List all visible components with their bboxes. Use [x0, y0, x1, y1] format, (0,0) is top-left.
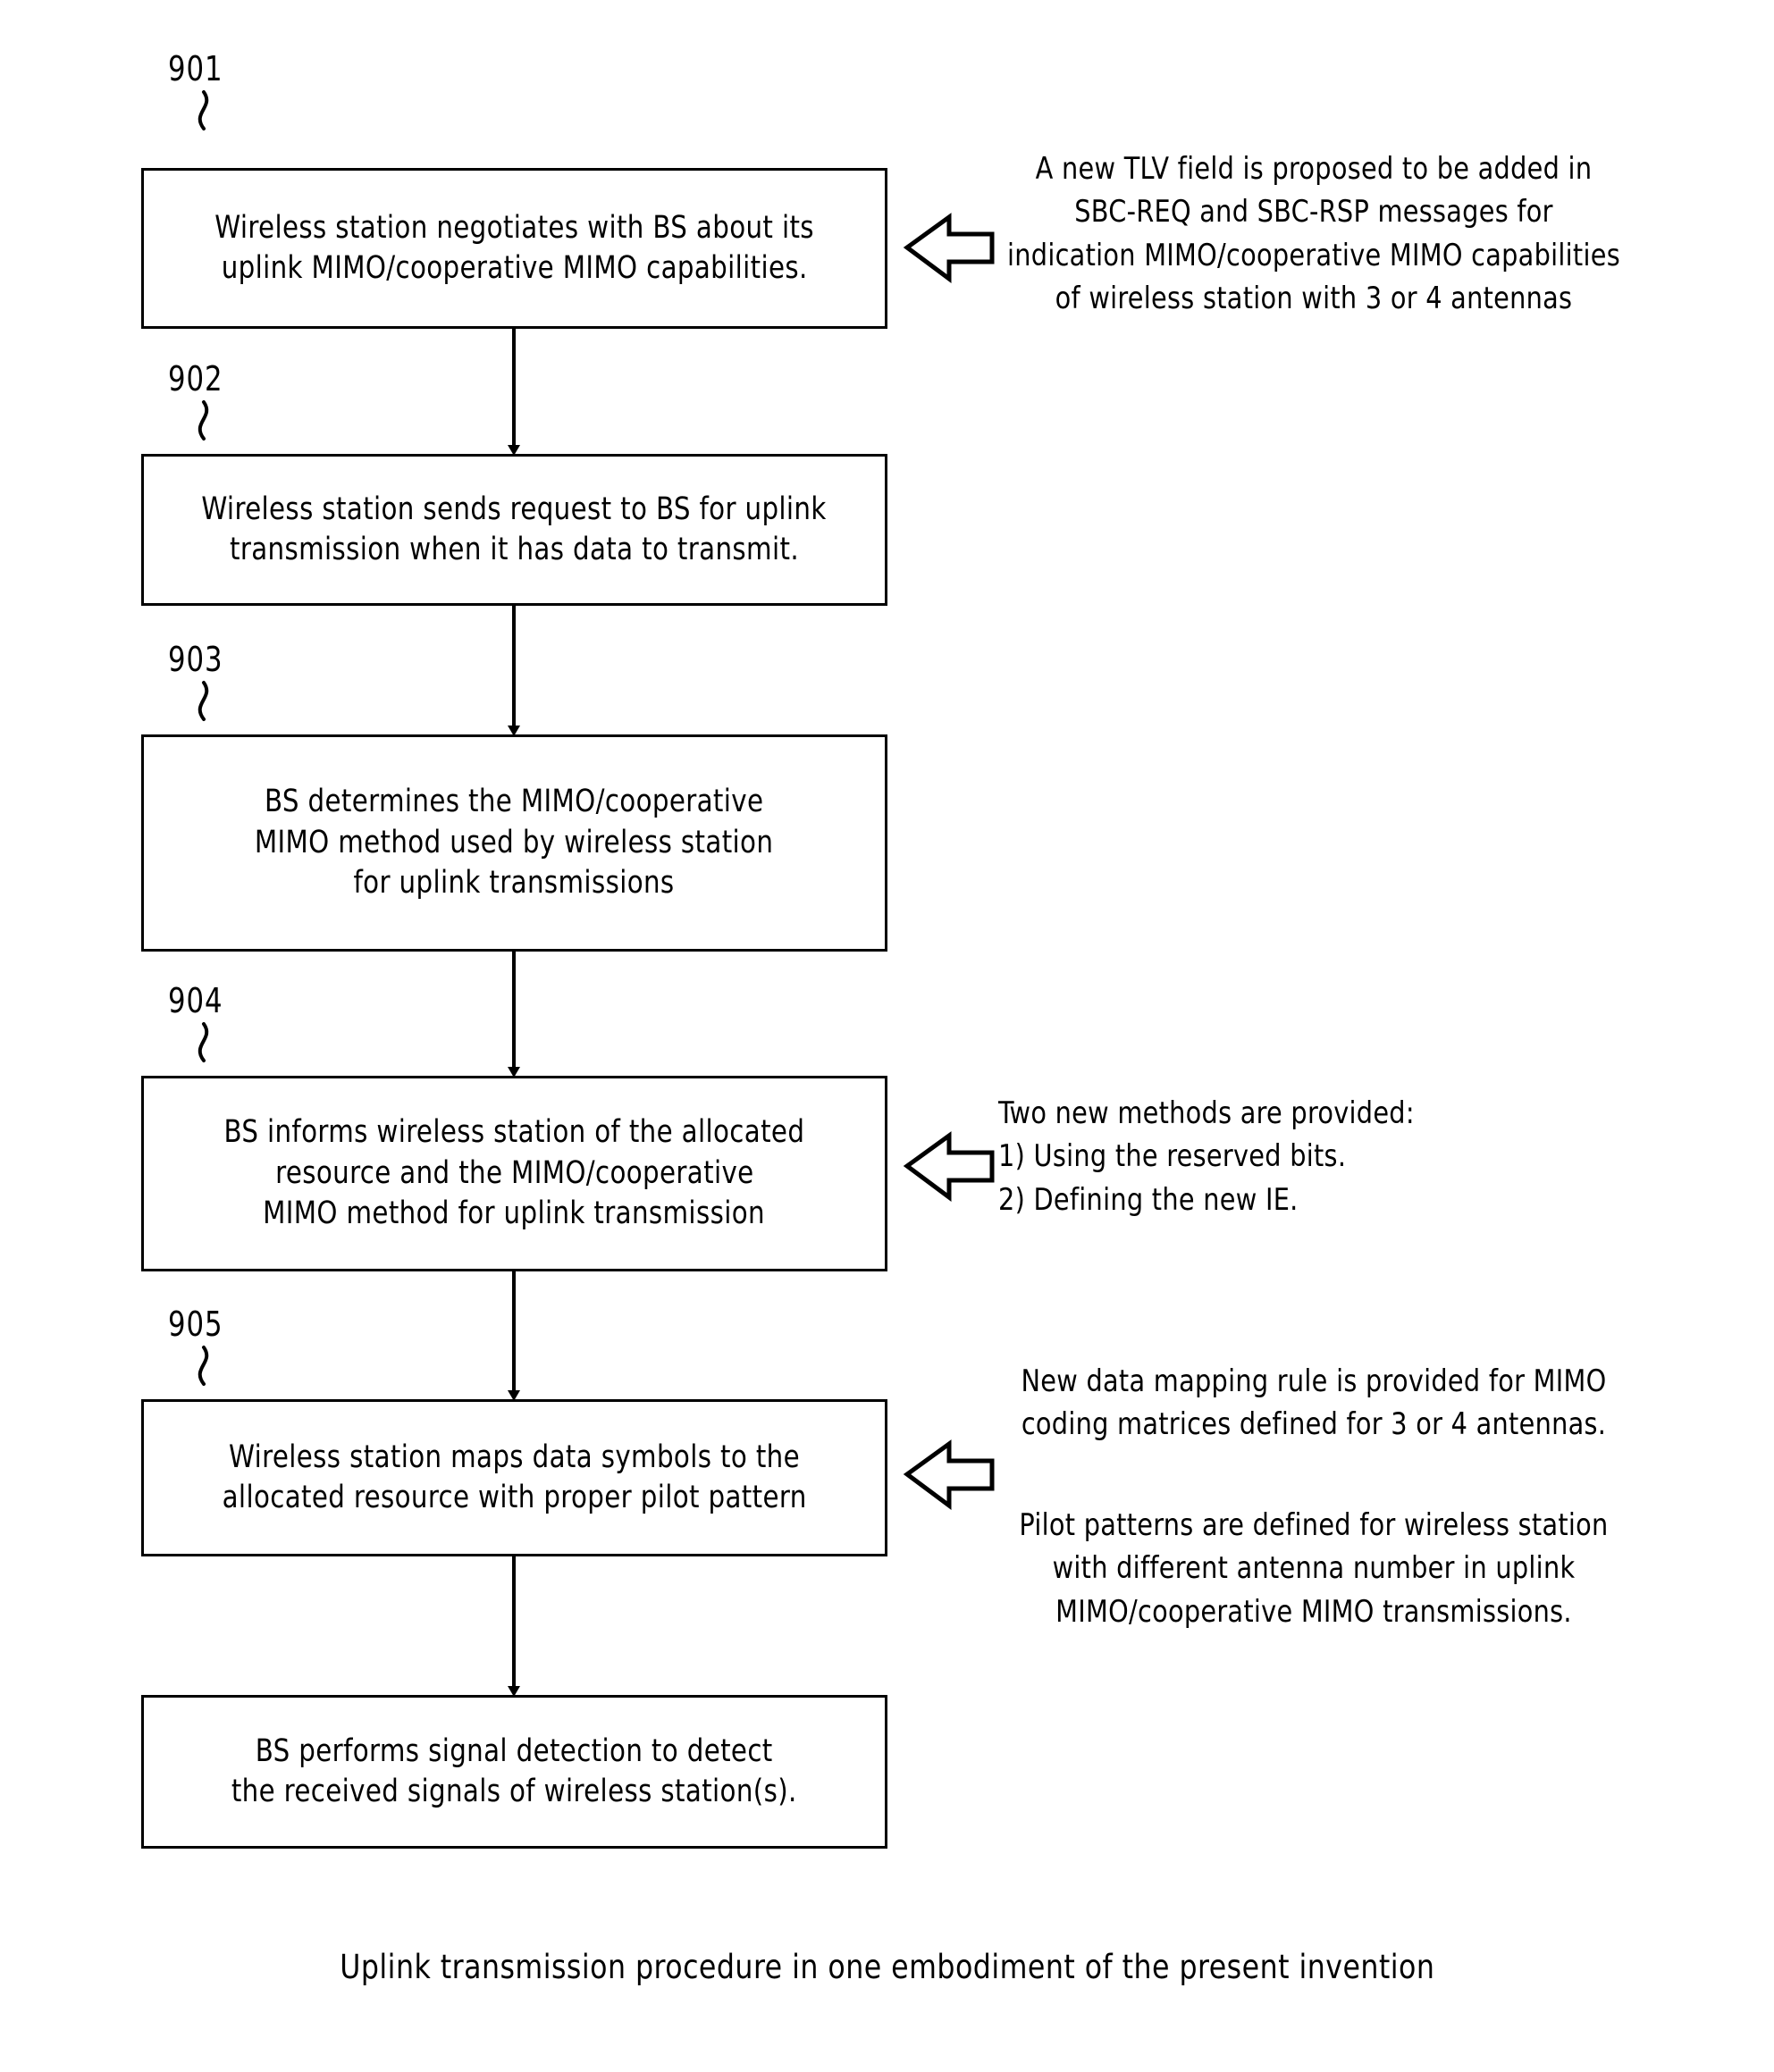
annotation-mapping-line-1: New data mapping rule is provided for MI…	[1021, 1363, 1607, 1399]
annotation-mapping: New data mapping rule is provided for MI…	[956, 1360, 1671, 1447]
annotation-tlv-line-2: SBC-REQ and SBC-RSP messages for	[1074, 194, 1553, 231]
figure-caption-text: Uplink transmission procedure in one emb…	[339, 1948, 1435, 1986]
callout-arrows	[903, 213, 995, 1510]
annotation-tlv-line-4: of wireless station with 3 or 4 antennas	[1055, 280, 1573, 316]
process-box-904-line-1: BS informs wireless station of the alloc…	[223, 1114, 805, 1151]
step-ref-904: 904	[168, 981, 223, 1020]
annotation-methods-line-1: Two new methods are provided:	[998, 1095, 1415, 1131]
process-box-904: BS informs wireless station of the alloc…	[141, 1076, 887, 1271]
annotation-pilot-line-3: MIMO/cooperative MIMO transmissions.	[1055, 1593, 1572, 1630]
callout-arrow-methods	[903, 1131, 995, 1202]
figure-caption: Uplink transmission procedure in one emb…	[0, 1948, 1774, 1986]
process-box-903-line-2: MIMO method used by wireless station	[255, 824, 774, 860]
callout-arrow-mapping	[903, 1439, 995, 1510]
process-box-902-line-1: Wireless station sends request to BS for…	[201, 491, 828, 527]
process-box-901: Wireless station negotiates with BS abou…	[141, 168, 887, 329]
process-box-903: BS determines the MIMO/cooperative MIMO …	[141, 734, 887, 952]
process-box-901-line-2: uplink MIMO/cooperative MIMO capabilitie…	[221, 250, 808, 286]
process-box-905-line-2: allocated resource with proper pilot pat…	[222, 1480, 807, 1515]
annotation-pilot: Pilot patterns are defined for wireless …	[956, 1504, 1671, 1633]
annotation-tlv-line-1: A new TLV field is proposed to be added …	[1035, 151, 1593, 187]
process-box-905-line-1: Wireless station maps data symbols to th…	[229, 1439, 800, 1475]
annotation-tlv-line-3: indication MIMO/cooperative MIMO capabil…	[1007, 237, 1620, 273]
process-box-detection: BS performs signal detection to detect t…	[141, 1695, 887, 1849]
process-box-902: Wireless station sends request to BS for…	[141, 454, 887, 606]
process-box-902-line-2: transmission when it has data to transmi…	[229, 532, 800, 567]
leader-904	[198, 1022, 209, 1062]
annotation-mapping-line-2: coding matrices defined for 3 or 4 anten…	[1021, 1406, 1607, 1443]
process-box-901-line-1: Wireless station negotiates with BS abou…	[214, 209, 814, 246]
annotation-tlv: A new TLV field is proposed to be added …	[956, 147, 1671, 320]
process-box-detection-line-2: the received signals of wireless station…	[231, 1774, 797, 1809]
leader-902	[198, 400, 209, 440]
process-box-904-line-3: MIMO method for uplink transmission	[263, 1195, 766, 1232]
annotation-methods: Two new methods are provided: 1) Using t…	[998, 1092, 1677, 1221]
process-box-905: Wireless station maps data symbols to th…	[141, 1399, 887, 1556]
process-box-903-line-1: BS determines the MIMO/cooperative	[265, 784, 764, 820]
patent-flowchart-figure: 901 902 903 904 905 Wireless station neg…	[0, 0, 1774, 2072]
process-box-904-line-2: resource and the MIMO/cooperative	[274, 1154, 754, 1191]
annotation-pilot-line-2: with different antenna number in uplink	[1052, 1550, 1576, 1587]
step-ref-901: 901	[168, 49, 223, 88]
step-ref-902: 902	[168, 359, 223, 398]
process-box-detection-line-1: BS performs signal detection to detect	[256, 1732, 773, 1769]
leader-901	[198, 90, 209, 130]
annotation-pilot-line-1: Pilot patterns are defined for wireless …	[1019, 1507, 1609, 1543]
process-box-903-line-3: for uplink transmissions	[353, 865, 676, 902]
annotation-methods-line-2: 1) Using the reserved bits.	[998, 1138, 1347, 1175]
leader-905	[198, 1346, 209, 1386]
annotation-methods-line-3: 2) Defining the new IE.	[998, 1181, 1299, 1218]
step-ref-905: 905	[168, 1304, 223, 1344]
step-ref-903: 903	[168, 640, 223, 679]
leader-903	[198, 681, 209, 721]
